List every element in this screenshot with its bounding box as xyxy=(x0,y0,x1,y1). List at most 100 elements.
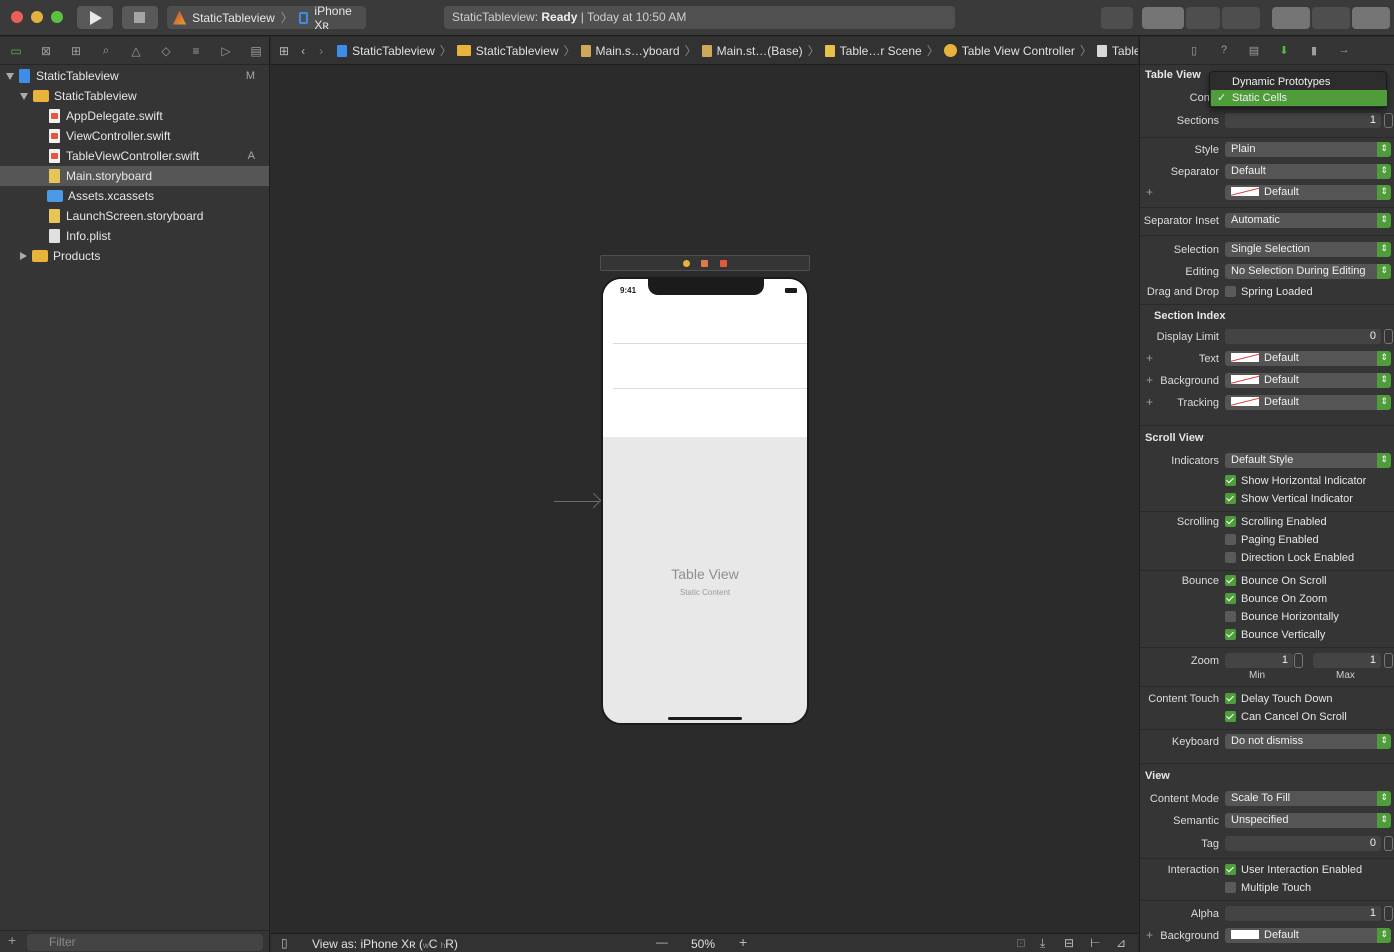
add-variation-icon[interactable]: + xyxy=(1146,185,1153,199)
scheme-selector[interactable]: StaticTableview 〉 iPhone Xʀ xyxy=(167,4,366,32)
toggle-navigator-icon[interactable] xyxy=(1272,7,1310,29)
tree-row-file[interactable]: Info.plist xyxy=(0,226,269,246)
tree-row-file-selected[interactable]: Main.storyboard xyxy=(0,166,269,186)
index-background-color-popup[interactable]: Default ⇕ xyxy=(1225,373,1391,388)
delay-touch-checkbox[interactable] xyxy=(1225,693,1236,704)
tree-row-file[interactable]: TableViewController.swift A xyxy=(0,146,269,166)
show-horizontal-checkbox[interactable] xyxy=(1225,475,1236,486)
toggle-debug-area-icon[interactable] xyxy=(1312,7,1350,29)
tag-field[interactable]: 0 xyxy=(1225,836,1381,851)
scene-dock[interactable] xyxy=(600,255,810,271)
view-controller-icon[interactable] xyxy=(683,260,690,267)
size-inspector-icon[interactable]: ▮ xyxy=(1306,44,1322,58)
align-icon[interactable]: ⊟ xyxy=(1064,936,1074,950)
breadcrumb-scene[interactable]: Table…r Scene xyxy=(824,44,922,58)
show-vertical-checkbox[interactable] xyxy=(1225,493,1236,504)
sections-stepper[interactable] xyxy=(1384,113,1393,128)
folder-icon[interactable]: ▭ xyxy=(7,44,25,58)
bounce-vertical-checkbox[interactable] xyxy=(1225,629,1236,640)
window-minimize-button[interactable] xyxy=(31,11,43,23)
semantic-popup[interactable]: Unspecified ⇕ xyxy=(1225,813,1391,828)
separator-color-popup[interactable]: Default ⇕ xyxy=(1225,185,1391,200)
editor-version-icon[interactable] xyxy=(1222,7,1260,29)
exit-icon[interactable] xyxy=(720,260,727,267)
breadcrumb-localization[interactable]: Main.st…(Base) xyxy=(701,44,803,58)
breadcrumb-controller[interactable]: Table View Controller xyxy=(943,44,1075,58)
add-variation-icon[interactable]: + xyxy=(1146,928,1153,942)
spring-loaded-checkbox[interactable] xyxy=(1225,286,1236,297)
library-icon[interactable] xyxy=(1101,7,1133,29)
zoom-min-field[interactable]: 1 xyxy=(1225,653,1293,668)
iphone-frame[interactable]: 9:41 Table View Static Content xyxy=(601,277,809,725)
zoom-level[interactable]: 50% xyxy=(691,937,715,951)
breadcrumb-group[interactable]: StaticTableview xyxy=(456,44,559,58)
run-button[interactable] xyxy=(77,6,113,29)
tree-row-file[interactable]: ViewController.swift xyxy=(0,126,269,146)
window-close-button[interactable] xyxy=(11,11,23,23)
bounce-horizontal-checkbox[interactable] xyxy=(1225,611,1236,622)
breadcrumb-file[interactable]: Main.s…yboard xyxy=(580,44,680,58)
keyboard-popup[interactable]: Do not dismiss ⇕ xyxy=(1225,734,1391,749)
embed-in-icon[interactable]: ⤓ xyxy=(1040,936,1045,951)
symbol-icon[interactable]: ⊞ xyxy=(67,44,85,58)
breakpoint-icon[interactable]: ▷ xyxy=(217,44,235,58)
disclosure-open-icon[interactable] xyxy=(20,92,28,100)
style-popup[interactable]: Plain ⇕ xyxy=(1225,142,1391,157)
connections-inspector-icon[interactable]: → xyxy=(1336,44,1352,58)
add-constraints-icon[interactable]: ⊢ xyxy=(1090,936,1100,950)
related-items-icon[interactable]: ⊞ xyxy=(279,44,289,58)
zoom-min-stepper[interactable] xyxy=(1294,653,1303,668)
alpha-field[interactable]: 1 xyxy=(1225,906,1381,921)
first-responder-icon[interactable] xyxy=(701,260,708,267)
identity-inspector-icon[interactable]: ▤ xyxy=(1246,44,1262,58)
view-background-popup[interactable]: Default ⇕ xyxy=(1225,928,1391,943)
disclosure-open-icon[interactable] xyxy=(6,72,14,80)
resolve-auto-layout-icon[interactable]: ⊿ xyxy=(1116,936,1126,950)
tree-row-file[interactable]: AppDelegate.swift xyxy=(0,106,269,126)
window-zoom-button[interactable] xyxy=(51,11,63,23)
filter-input[interactable]: Filter xyxy=(27,934,263,951)
tree-row-file[interactable]: LaunchScreen.storyboard xyxy=(0,206,269,226)
direction-lock-checkbox[interactable] xyxy=(1225,552,1236,563)
stop-button[interactable] xyxy=(122,6,158,29)
separator-inset-popup[interactable]: Automatic ⇕ xyxy=(1225,213,1391,228)
tree-row-project[interactable]: StaticTableview M xyxy=(0,66,269,86)
test-icon[interactable]: ◇ xyxy=(157,44,175,58)
file-inspector-icon[interactable]: ▯ xyxy=(1186,44,1202,58)
document-outline-icon[interactable]: ▯ xyxy=(281,936,288,950)
tree-row-group[interactable]: StaticTableview xyxy=(0,86,269,106)
content-mode-popup[interactable]: Scale To Fill ⇕ xyxy=(1225,791,1391,806)
index-tracking-color-popup[interactable]: Default ⇕ xyxy=(1225,395,1391,410)
search-icon[interactable]: ⌕ xyxy=(97,43,115,58)
multiple-touch-checkbox[interactable] xyxy=(1225,882,1236,893)
storyboard-canvas[interactable]: 9:41 Table View Static Content xyxy=(271,66,1138,932)
sections-field[interactable]: 1 xyxy=(1225,113,1381,128)
breadcrumb-table-view[interactable]: Table View xyxy=(1096,44,1138,58)
editor-assistant-icon[interactable] xyxy=(1186,7,1220,29)
source-control-icon[interactable]: ⊠ xyxy=(37,44,55,58)
indicators-popup[interactable]: Default Style ⇕ xyxy=(1225,453,1391,468)
menu-item-static-cells[interactable]: ✓ Static Cells xyxy=(1211,90,1387,106)
zoom-max-field[interactable]: 1 xyxy=(1313,653,1381,668)
forward-icon[interactable]: › xyxy=(319,44,323,58)
cancel-scroll-checkbox[interactable] xyxy=(1225,711,1236,722)
report-icon[interactable]: ▤ xyxy=(247,44,265,58)
tree-row-group[interactable]: Products xyxy=(0,246,269,266)
separator-popup[interactable]: Default ⇕ xyxy=(1225,164,1391,179)
add-variation-icon[interactable]: + xyxy=(1146,373,1153,387)
update-frames-icon[interactable]: ⊡ xyxy=(1016,936,1026,950)
disclosure-closed-icon[interactable] xyxy=(20,252,27,260)
selection-popup[interactable]: Single Selection ⇕ xyxy=(1225,242,1391,257)
menu-item-dynamic-prototypes[interactable]: Dynamic Prototypes xyxy=(1211,74,1387,90)
editing-popup[interactable]: No Selection During Editing ⇕ xyxy=(1225,264,1391,279)
tag-stepper[interactable] xyxy=(1384,836,1393,851)
debug-icon[interactable]: ≡ xyxy=(187,44,205,58)
add-icon[interactable]: + xyxy=(8,932,16,948)
display-limit-stepper[interactable] xyxy=(1384,329,1393,344)
static-cells-area[interactable] xyxy=(603,279,807,437)
zoom-out-icon[interactable]: — xyxy=(656,935,668,949)
alpha-stepper[interactable] xyxy=(1384,906,1393,921)
attributes-inspector-icon[interactable]: ⬇ xyxy=(1276,44,1292,58)
editor-standard-icon[interactable] xyxy=(1142,7,1184,29)
breadcrumb-project[interactable]: StaticTableview xyxy=(337,44,435,58)
